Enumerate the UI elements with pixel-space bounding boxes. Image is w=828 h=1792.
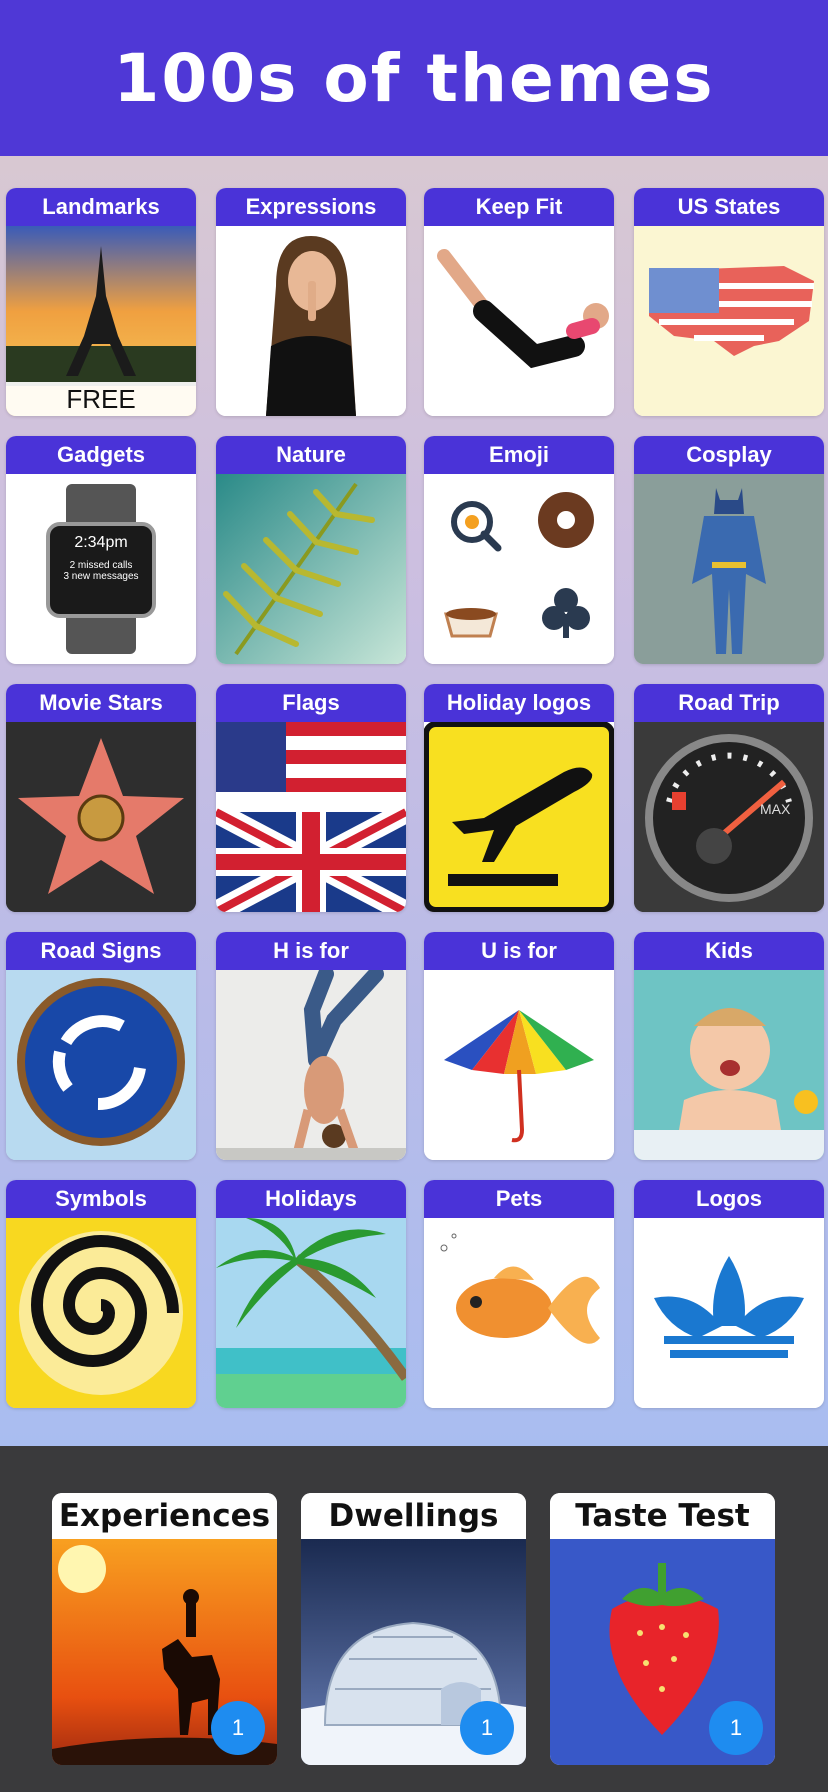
theme-label: US States: [634, 188, 824, 226]
theme-label: Keep Fit: [424, 188, 614, 226]
strawberry-icon: 1: [550, 1539, 775, 1765]
theme-tile-symbols[interactable]: Symbols: [6, 1180, 196, 1408]
theme-tile-u-is-for[interactable]: U is for: [424, 932, 614, 1160]
theme-label: Holiday logos: [424, 684, 614, 722]
theme-label: Kids: [634, 932, 824, 970]
theme-label: Road Trip: [634, 684, 824, 722]
theme-label: Pets: [424, 1180, 614, 1218]
theme-tile-movie-stars[interactable]: Movie Stars: [6, 684, 196, 912]
camel-desert-icon: 1: [52, 1539, 277, 1765]
roundabout-sign-icon: [6, 970, 196, 1160]
featured-themes: Experiences 1 Dwellings 1 Taste Test 1: [0, 1446, 828, 1792]
igloo-icon: 1: [301, 1539, 526, 1765]
watch-notification: 3 new messages: [63, 571, 139, 582]
theme-label: Landmarks: [6, 188, 196, 226]
theme-tile-keep-fit[interactable]: Keep Fit: [424, 188, 614, 416]
woman-exercise-icon: [424, 226, 614, 416]
theme-tile-pets[interactable]: Pets: [424, 1180, 614, 1408]
theme-tile-logos[interactable]: Logos: [634, 1180, 824, 1408]
umbrella-icon: [424, 970, 614, 1160]
theme-tile-emoji[interactable]: Emoji: [424, 436, 614, 664]
theme-label: Road Signs: [6, 932, 196, 970]
eiffel-tower-icon: FREE: [6, 226, 196, 416]
count-badge: 1: [709, 1701, 763, 1755]
batman-icon: [634, 474, 824, 664]
walk-of-fame-star-icon: [6, 722, 196, 912]
theme-tile-road-trip[interactable]: Road Trip MAX: [634, 684, 824, 912]
theme-tile-gadgets[interactable]: Gadgets 2:34pm 2 missed calls 3 new mess…: [6, 436, 196, 664]
count-badge: 1: [460, 1701, 514, 1755]
theme-label: Gadgets: [6, 436, 196, 474]
featured-label: Dwellings: [301, 1493, 526, 1539]
count-badge: 1: [211, 1701, 265, 1755]
fuel-gauge-icon: MAX: [634, 722, 824, 912]
theme-tile-expressions[interactable]: Expressions: [216, 188, 406, 416]
free-badge: FREE: [6, 382, 196, 416]
theme-tile-kids[interactable]: Kids: [634, 932, 824, 1160]
theme-tile-nature[interactable]: Nature: [216, 436, 406, 664]
featured-tile-dwellings[interactable]: Dwellings 1: [301, 1493, 526, 1765]
theme-tile-us-states[interactable]: US States: [634, 188, 824, 416]
watch-notification: 2 missed calls: [69, 560, 133, 571]
theme-grid: Landmarks FREE Expressions Keep Fit US S…: [0, 156, 828, 1446]
header-banner: 100s of themes: [0, 0, 828, 156]
theme-label: H is for: [216, 932, 406, 970]
departures-sign-icon: [424, 722, 614, 912]
theme-tile-flags[interactable]: Flags: [216, 684, 406, 912]
palm-tree-icon: [216, 1218, 406, 1408]
theme-label: Flags: [216, 684, 406, 722]
featured-label: Experiences: [52, 1493, 277, 1539]
featured-tile-experiences[interactable]: Experiences 1: [52, 1493, 277, 1765]
crying-baby-icon: [634, 970, 824, 1160]
page-title: 100s of themes: [113, 39, 715, 117]
theme-label: Emoji: [424, 436, 614, 474]
theme-label: Nature: [216, 436, 406, 474]
featured-label: Taste Test: [550, 1493, 775, 1539]
us-uk-flags-icon: [216, 722, 406, 912]
emoji-grid-icon: [424, 474, 614, 664]
theme-label: Symbols: [6, 1180, 196, 1218]
theme-label: Cosplay: [634, 436, 824, 474]
theme-tile-h-is-for[interactable]: H is for: [216, 932, 406, 1160]
smartwatch-icon: 2:34pm 2 missed calls 3 new messages: [6, 474, 196, 664]
trefoil-logo-icon: [634, 1218, 824, 1408]
featured-tile-taste-test[interactable]: Taste Test 1: [550, 1493, 775, 1765]
goldfish-icon: [424, 1218, 614, 1408]
theme-tile-holidays[interactable]: Holidays: [216, 1180, 406, 1408]
theme-label: Logos: [634, 1180, 824, 1218]
theme-tile-holiday-logos[interactable]: Holiday logos: [424, 684, 614, 912]
theme-label: Holidays: [216, 1180, 406, 1218]
woman-shush-icon: [216, 226, 406, 416]
theme-label: Movie Stars: [6, 684, 196, 722]
theme-label: U is for: [424, 932, 614, 970]
theme-label: Expressions: [216, 188, 406, 226]
watch-time: 2:34pm: [74, 534, 128, 551]
handstand-icon: [216, 970, 406, 1160]
usa-flag-map-icon: [634, 226, 824, 416]
fern-icon: [216, 474, 406, 664]
spiral-icon: [6, 1218, 196, 1408]
gauge-max-label: MAX: [760, 801, 791, 817]
theme-tile-landmarks[interactable]: Landmarks FREE: [6, 188, 196, 416]
theme-tile-cosplay[interactable]: Cosplay: [634, 436, 824, 664]
theme-tile-road-signs[interactable]: Road Signs: [6, 932, 196, 1160]
